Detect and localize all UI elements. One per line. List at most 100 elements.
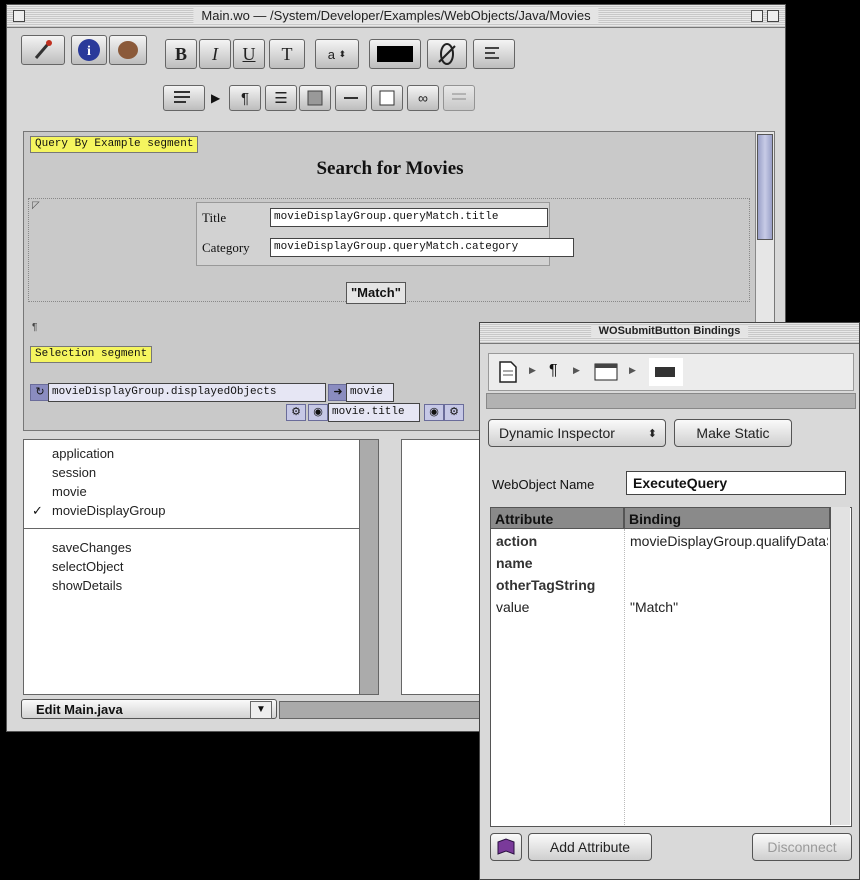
rule-button[interactable] — [335, 85, 367, 111]
submit-button-icon[interactable] — [649, 358, 683, 386]
close-box[interactable] — [13, 10, 25, 22]
bean-icon — [118, 41, 138, 59]
column-header-attribute[interactable]: Attribute — [490, 507, 624, 529]
bindings-scrollbar[interactable] — [830, 507, 850, 825]
repetition-icon[interactable]: ↻ — [30, 384, 50, 401]
list-item-selected[interactable]: movieDisplayGroup — [52, 503, 165, 518]
binding-row-attribute[interactable]: otherTagString — [496, 577, 595, 593]
bindings-inspector-window: WOSubmitButton Bindings ▶ ¶ ▶ ▶ Dynamic … — [479, 322, 860, 880]
list-item[interactable]: application — [52, 446, 114, 461]
triangle-icon: ▶ — [211, 91, 221, 105]
list-item[interactable]: movie — [52, 484, 87, 499]
hyperlink-button[interactable]: ∞ — [407, 85, 439, 111]
font-size-label: a — [327, 46, 336, 62]
page-icon[interactable] — [497, 360, 519, 384]
scroll-thumb[interactable] — [757, 134, 773, 240]
underline-button[interactable]: U — [233, 39, 265, 69]
variables-list[interactable]: application session movie ▶ ✓ movieDispl… — [23, 439, 379, 695]
paragraph-button[interactable]: ¶ — [229, 85, 261, 111]
form-element-icon[interactable] — [593, 360, 619, 384]
list-item[interactable]: session — [52, 465, 96, 480]
bindings-list[interactable] — [401, 439, 491, 695]
text-color-well[interactable] — [369, 39, 421, 69]
disconnect-button[interactable]: Disconnect — [752, 833, 852, 861]
binding-row-value[interactable]: "Match" — [630, 599, 678, 615]
svg-text:i: i — [87, 44, 91, 59]
movie-title-binding[interactable]: movie.title — [328, 403, 420, 422]
zoom-box[interactable] — [751, 10, 763, 22]
binding-row-attribute[interactable]: name — [496, 555, 533, 571]
main-titlebar[interactable]: Main.wo — /System/Developer/Examples/Web… — [7, 5, 785, 28]
table-icon — [307, 90, 323, 106]
list-item[interactable]: saveChanges — [52, 540, 132, 555]
make-static-button[interactable]: Make Static — [674, 419, 792, 447]
pilcrow-icon: ¶ — [32, 322, 38, 333]
paragraph-style-popup[interactable] — [163, 85, 205, 111]
popup-arrows-icon: ⬍ — [647, 427, 657, 440]
align-icon — [485, 47, 499, 59]
bold-button[interactable]: B — [165, 39, 197, 69]
box-icon — [379, 90, 395, 106]
add-attribute-button[interactable]: Add Attribute — [528, 833, 652, 861]
repetition-list-binding[interactable]: movieDisplayGroup.displayedObjects — [48, 383, 326, 402]
form-button[interactable] — [443, 85, 475, 111]
column-header-binding[interactable]: Binding — [624, 507, 830, 529]
check-icon: ✓ — [32, 503, 43, 518]
alignment-popup[interactable] — [473, 39, 515, 69]
element-path: ▶ ¶ ▶ ▶ — [488, 353, 854, 391]
window-title: Main.wo — /System/Developer/Examples/Web… — [193, 8, 599, 23]
repetition-item-binding[interactable]: movie — [346, 383, 394, 402]
list-icon: ☰ — [274, 90, 288, 107]
list-scrollbar[interactable] — [359, 440, 378, 694]
italic-button[interactable]: I — [199, 39, 231, 69]
edit-source-popup[interactable]: Edit Main.java ▼ — [21, 699, 277, 719]
font-size-popup[interactable]: a ⬍ — [315, 39, 359, 69]
link-button[interactable] — [427, 39, 467, 69]
inspector-mode-popup[interactable]: Dynamic Inspector ⬍ — [488, 419, 666, 447]
webobject-name-label: WebObject Name — [492, 477, 595, 492]
chain-icon: ∞ — [418, 90, 428, 106]
inspector-button[interactable]: i — [71, 35, 107, 65]
horizontal-rule-icon — [344, 97, 358, 99]
paragraph-lines-icon — [174, 91, 190, 103]
typewriter-button[interactable]: T — [269, 39, 305, 69]
page-heading: Search for Movies — [316, 158, 464, 179]
paragraph-icon[interactable]: ¶ — [549, 362, 558, 380]
qbe-segment-label: Query By Example segment — [30, 136, 199, 153]
title-textfield[interactable]: movieDisplayGroup.queryMatch.title — [270, 208, 548, 227]
title-label: Title — [202, 210, 227, 225]
object-button[interactable] — [109, 35, 147, 65]
color-brush-button[interactable] — [21, 35, 65, 65]
list-item[interactable]: showDetails — [52, 578, 122, 593]
bindings-table[interactable] — [490, 507, 852, 827]
path-arrow-icon: ▶ — [629, 365, 636, 375]
hyperlink-element-icon[interactable]: ⚙ — [286, 404, 306, 421]
brush-icon — [34, 40, 52, 59]
selection-segment-label: Selection segment — [30, 346, 153, 363]
webobject-name-field[interactable]: ExecuteQuery — [626, 471, 846, 495]
category-textfield[interactable]: movieDisplayGroup.queryMatch.category — [270, 238, 574, 257]
collapse-box[interactable] — [767, 10, 779, 22]
binding-row-attribute[interactable]: value — [496, 599, 529, 615]
binding-row-value[interactable]: movieDisplayGroup.qualifyDataSource — [630, 533, 828, 549]
link-icon — [438, 43, 456, 65]
form-icon — [452, 93, 466, 100]
info-icon: i — [78, 39, 100, 61]
book-icon — [497, 838, 515, 855]
path-arrow-icon: ▶ — [529, 365, 536, 375]
inspector-titlebar[interactable]: WOSubmitButton Bindings — [480, 323, 859, 344]
image-button[interactable] — [371, 85, 403, 111]
horizontal-scrollbar[interactable] — [279, 701, 481, 719]
binding-row-attribute[interactable]: action — [496, 533, 537, 549]
column-divider — [624, 529, 625, 825]
path-scroller[interactable] — [486, 393, 856, 409]
list-button[interactable]: ☰ — [265, 85, 297, 111]
match-submit-button[interactable]: "Match" — [346, 282, 406, 304]
api-button[interactable] — [490, 833, 522, 861]
list-item[interactable]: selectObject — [52, 559, 124, 574]
link-end-icon: ⚙ — [444, 404, 464, 421]
chevron-down-icon: ▼ — [250, 701, 272, 719]
string-element-icon[interactable]: ◉ — [308, 404, 328, 421]
table-button[interactable] — [299, 85, 331, 111]
form-marker-icon: ◸ — [32, 200, 40, 211]
